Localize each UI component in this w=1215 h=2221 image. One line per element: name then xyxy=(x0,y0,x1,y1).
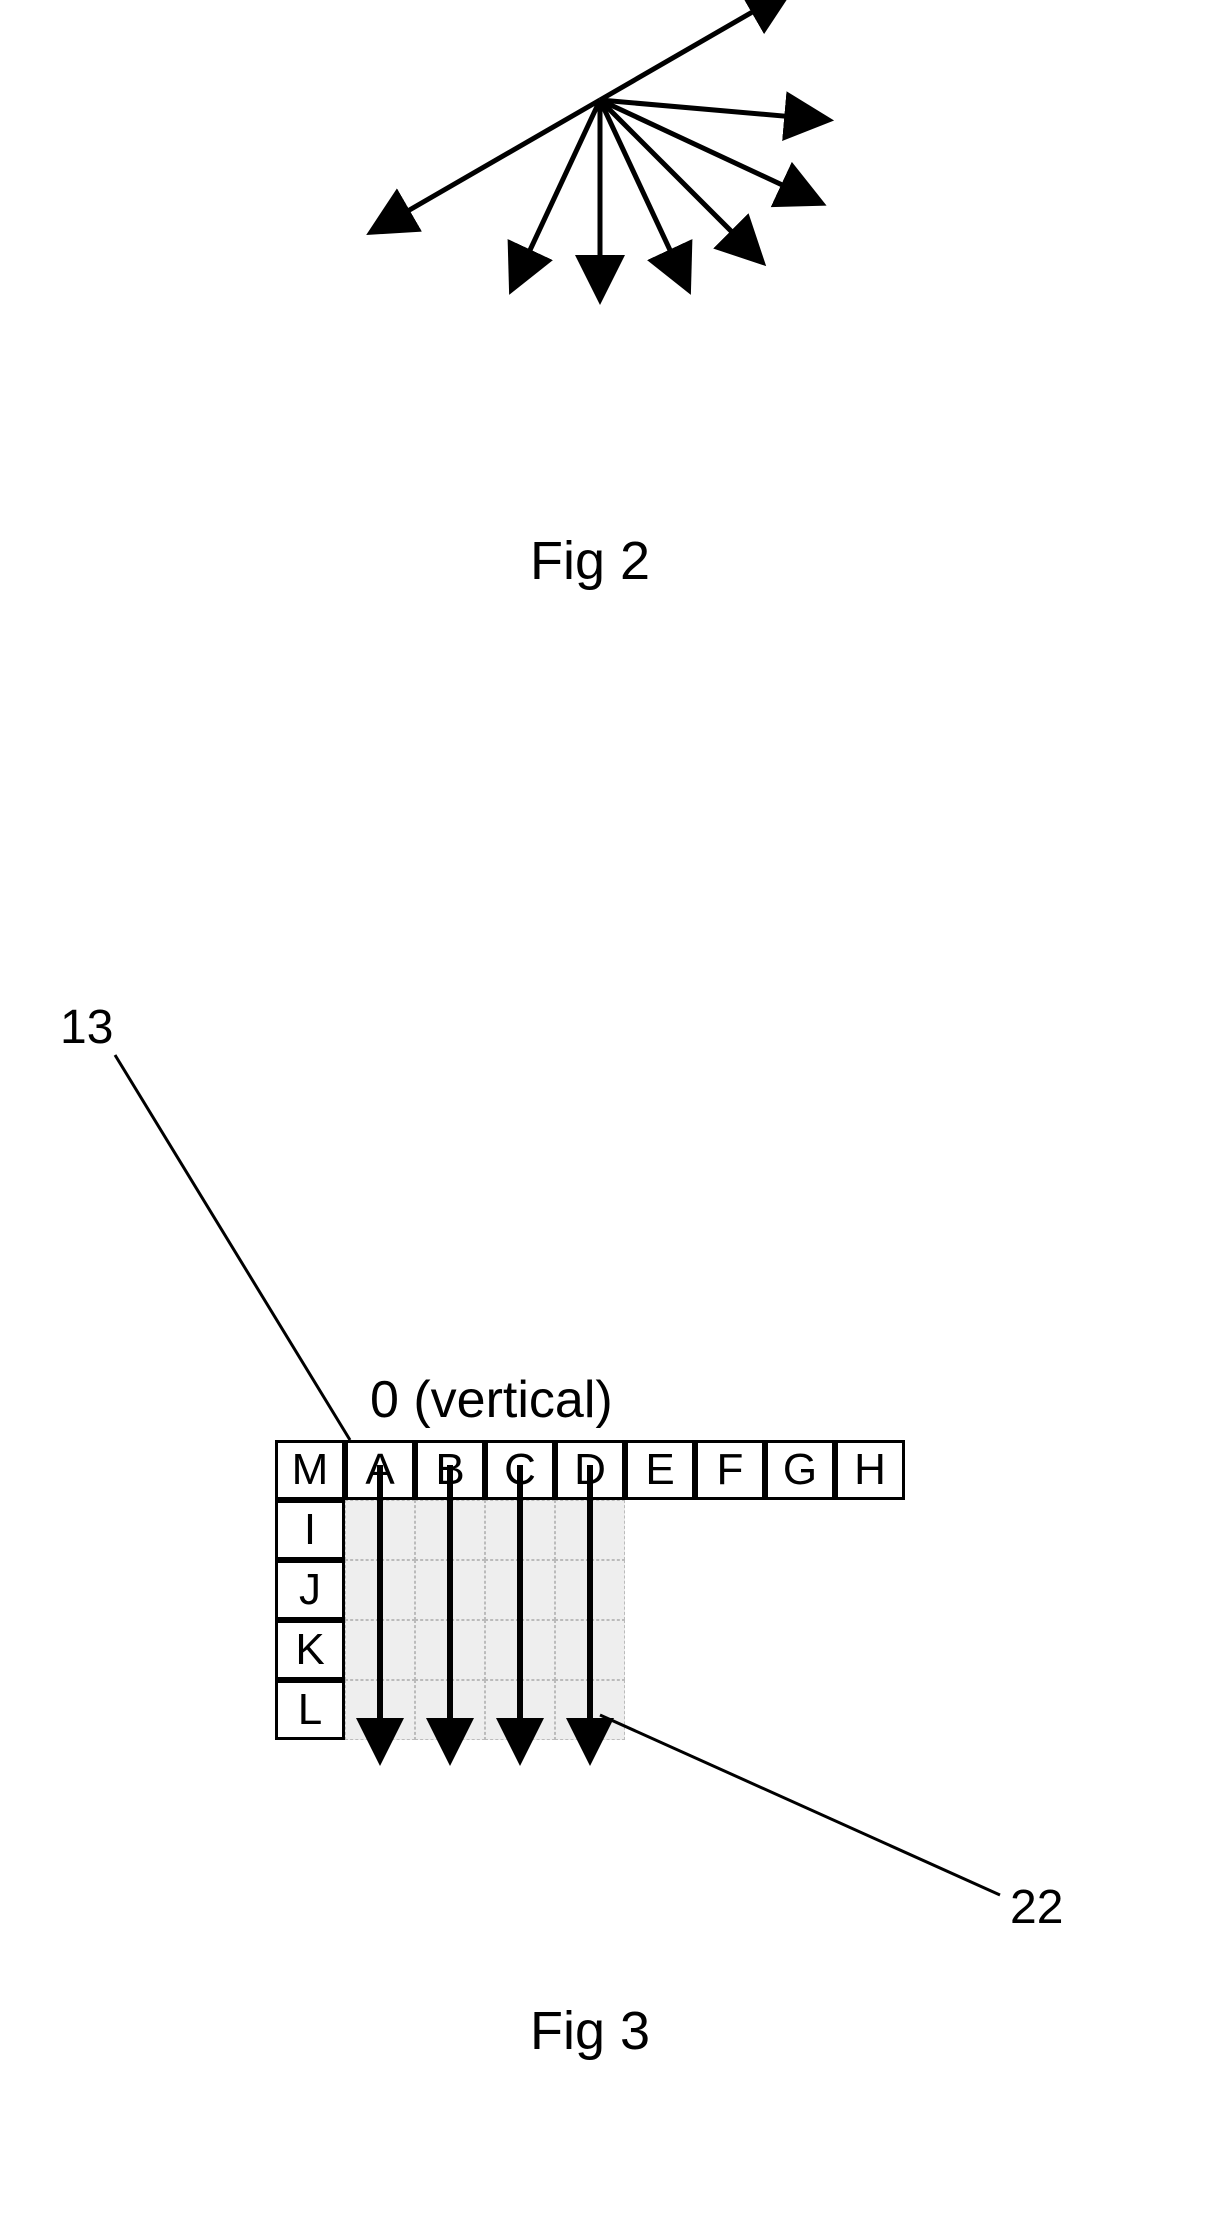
page: Fig 2 13 0 (vertical) M A B C D E F G H … xyxy=(0,0,1215,2221)
mode-label: 0 (vertical) xyxy=(370,1370,613,1430)
direction-arrow xyxy=(600,100,741,241)
direction-arrow xyxy=(396,100,600,218)
cell-H: H xyxy=(835,1440,905,1500)
grid-cell xyxy=(485,1620,555,1680)
grid-cell xyxy=(415,1500,485,1560)
cell-D: D xyxy=(555,1440,625,1500)
leader-22 xyxy=(600,1715,1000,1895)
fig2-arrows xyxy=(0,0,1215,700)
grid-cell xyxy=(485,1560,555,1620)
grid-cell xyxy=(415,1560,485,1620)
ref-22: 22 xyxy=(1010,1880,1063,1935)
cell-G: G xyxy=(765,1440,835,1500)
grid-cell xyxy=(485,1680,555,1740)
grid-cell xyxy=(485,1500,555,1560)
fig3-label: Fig 3 xyxy=(530,2000,650,2062)
cell-L: L xyxy=(275,1680,345,1740)
grid-cell xyxy=(415,1620,485,1680)
ref-13: 13 xyxy=(60,1000,113,1055)
grid-cell xyxy=(345,1620,415,1680)
direction-arrow xyxy=(524,100,600,263)
cell-M: M xyxy=(275,1440,345,1500)
grid-cell xyxy=(415,1680,485,1740)
cell-C: C xyxy=(485,1440,555,1500)
grid-cell xyxy=(555,1620,625,1680)
fig2-label: Fig 2 xyxy=(530,530,650,592)
cell-I: I xyxy=(275,1500,345,1560)
direction-arrow xyxy=(600,100,799,117)
cell-B: B xyxy=(415,1440,485,1500)
direction-arrow xyxy=(600,100,795,191)
cell-K: K xyxy=(275,1620,345,1680)
grid-cell xyxy=(345,1500,415,1560)
grid-cell xyxy=(555,1680,625,1740)
grid-cell xyxy=(555,1560,625,1620)
direction-arrow xyxy=(600,100,676,263)
direction-arrow xyxy=(600,5,765,100)
leader-13 xyxy=(115,1055,350,1440)
grid-cell xyxy=(345,1560,415,1620)
cell-A: A xyxy=(345,1440,415,1500)
grid-cell xyxy=(555,1500,625,1560)
grid-cell xyxy=(345,1680,415,1740)
cell-F: F xyxy=(695,1440,765,1500)
cell-E: E xyxy=(625,1440,695,1500)
cell-J: J xyxy=(275,1560,345,1620)
